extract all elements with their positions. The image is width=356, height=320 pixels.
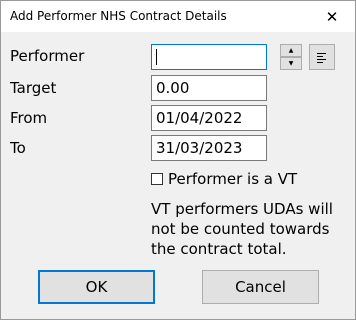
performer-list-button[interactable] bbox=[309, 44, 335, 70]
ok-button[interactable]: OK bbox=[38, 270, 155, 304]
contract-details-dialog: Add Performer NHS Contract Details ✕ Per… bbox=[0, 0, 356, 320]
performer-label: Performer bbox=[10, 47, 85, 65]
performer-spinner: ▲ ▼ bbox=[280, 44, 302, 70]
spin-up-button[interactable]: ▲ bbox=[280, 44, 302, 57]
to-label: To bbox=[10, 139, 26, 157]
cancel-button[interactable]: Cancel bbox=[202, 270, 319, 304]
vt-checkbox[interactable] bbox=[151, 173, 163, 185]
spin-down-button[interactable]: ▼ bbox=[280, 57, 302, 70]
from-label: From bbox=[10, 109, 48, 127]
text-caret bbox=[156, 49, 157, 65]
window-title: Add Performer NHS Contract Details bbox=[10, 9, 227, 23]
vt-checkbox-row[interactable]: Performer is a VT bbox=[151, 170, 297, 188]
target-input[interactable]: 0.00 bbox=[151, 75, 267, 101]
title-bar: Add Performer NHS Contract Details ✕ bbox=[1, 1, 355, 32]
from-date-input[interactable]: 01/04/2022 bbox=[151, 105, 267, 131]
performer-input[interactable] bbox=[151, 44, 267, 70]
close-icon[interactable]: ✕ bbox=[309, 1, 355, 32]
to-date-input[interactable]: 31/03/2023 bbox=[151, 135, 267, 161]
vt-checkbox-label[interactable]: Performer is a VT bbox=[168, 170, 297, 188]
list-lines-icon bbox=[317, 52, 326, 63]
target-label: Target bbox=[10, 79, 57, 97]
vt-note: VT performers UDAs will not be counted t… bbox=[151, 200, 333, 258]
